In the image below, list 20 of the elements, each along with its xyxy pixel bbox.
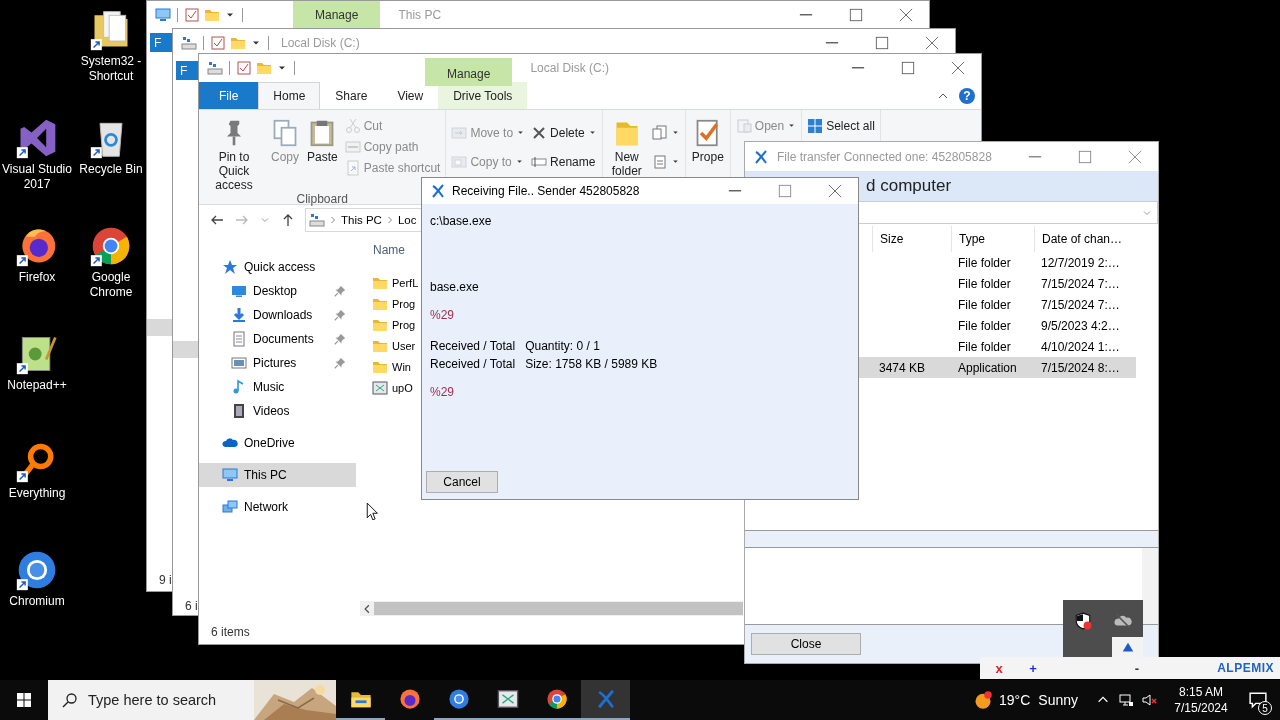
status-text: 6 items: [211, 625, 250, 639]
transfer-label: Received / Total: [430, 357, 516, 371]
transfer-value: Size: 1758 KB / 5989 KB: [525, 357, 658, 371]
group-label: Clipboard: [295, 192, 349, 206]
transfer-value: Quantity: 0 / 1: [525, 339, 600, 353]
window-title: Local Disk (C:): [281, 36, 360, 50]
status-text: 6 i: [185, 599, 198, 613]
panel-heading: d computer: [866, 176, 952, 196]
progress-percent: %29: [430, 308, 455, 322]
brand-logo: ALPEMIX: [1217, 661, 1274, 675]
window-title: File transfer Connected one: 452805828: [777, 149, 992, 164]
progress-percent: %29: [430, 385, 455, 399]
window-title: Local Disk (C:): [530, 61, 610, 75]
file-name: base.exe: [430, 280, 479, 294]
transfer-label: Received / Total: [430, 339, 516, 353]
file-path: c:\base.exe: [430, 214, 492, 228]
window-title: This PC: [398, 8, 442, 22]
status-text: 9 i: [159, 573, 172, 587]
window-title: Receiving File.. Sender 452805828: [452, 184, 640, 198]
notification-count: 5: [1258, 701, 1272, 715]
